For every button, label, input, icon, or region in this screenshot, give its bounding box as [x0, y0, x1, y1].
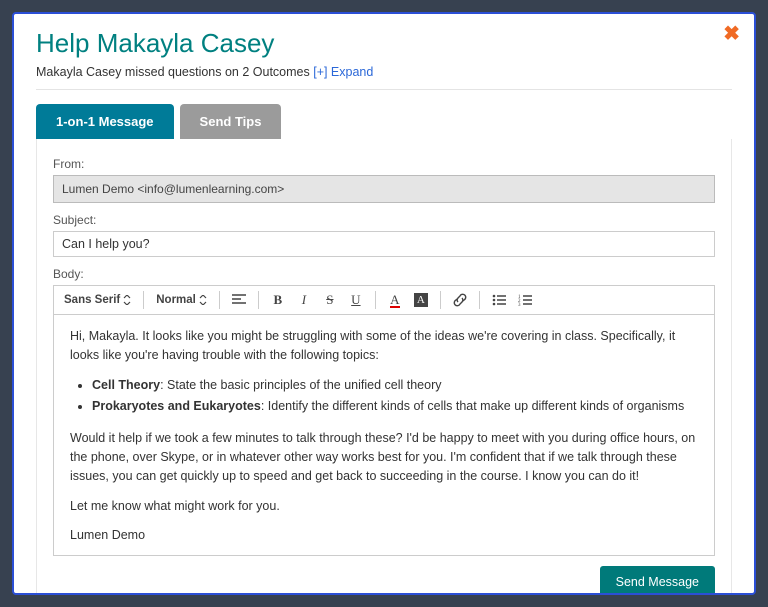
tab-1on1-message[interactable]: 1-on-1 Message — [36, 104, 174, 139]
send-message-button[interactable]: Send Message — [600, 566, 715, 595]
divider — [143, 291, 144, 309]
bold-button[interactable]: B — [267, 290, 289, 310]
divider — [219, 291, 220, 309]
link-button[interactable] — [449, 290, 471, 310]
body-closing: Let me know what might work for you. — [70, 497, 698, 516]
rich-text-editor: Sans Serif Normal B I S U A — [53, 285, 715, 556]
list-item: Cell Theory: State the basic principles … — [92, 376, 698, 395]
modal-title: Help Makayla Casey — [36, 28, 732, 59]
body-intro: Hi, Makayla. It looks like you might be … — [70, 327, 698, 366]
expand-link[interactable]: [+] Expand — [313, 65, 373, 79]
topic-desc: : State the basic principles of the unif… — [160, 378, 441, 392]
body-label: Body: — [53, 267, 715, 281]
editor-toolbar: Sans Serif Normal B I S U A — [54, 286, 714, 315]
send-row: Send Message — [53, 566, 715, 595]
from-label: From: — [53, 157, 715, 171]
numbered-list-icon: 123 — [518, 294, 532, 306]
subtitle-text: Makayla Casey missed questions on 2 Outc… — [36, 65, 313, 79]
svg-text:3: 3 — [518, 303, 521, 306]
bullet-list-button[interactable] — [488, 290, 510, 310]
body-para2: Would it help if we took a few minutes t… — [70, 429, 698, 487]
close-icon[interactable]: ✖ — [723, 24, 740, 44]
message-body-editor[interactable]: Hi, Makayla. It looks like you might be … — [54, 315, 714, 555]
divider — [258, 291, 259, 309]
italic-button[interactable]: I — [293, 290, 315, 310]
link-icon — [453, 293, 467, 307]
font-size-select[interactable]: Normal — [152, 294, 211, 306]
divider — [440, 291, 441, 309]
tab-send-tips[interactable]: Send Tips — [180, 104, 282, 139]
topic-desc: : Identify the different kinds of cells … — [261, 399, 684, 413]
subject-label: Subject: — [53, 213, 715, 227]
font-size-value: Normal — [156, 294, 196, 306]
from-field: Lumen Demo <info@lumenlearning.com> — [53, 175, 715, 203]
modal-subtitle: Makayla Casey missed questions on 2 Outc… — [36, 65, 732, 79]
list-item: Prokaryotes and Eukaryotes: Identify the… — [92, 397, 698, 416]
updown-icon — [123, 295, 131, 305]
tabs: 1-on-1 Message Send Tips — [36, 104, 732, 139]
text-color-button[interactable]: A — [384, 290, 406, 310]
topic-name: Cell Theory — [92, 378, 160, 392]
divider — [36, 89, 732, 90]
bullet-list-icon — [492, 294, 506, 306]
topics-list: Cell Theory: State the basic principles … — [92, 376, 698, 417]
align-icon — [232, 294, 246, 306]
strikethrough-button[interactable]: S — [319, 290, 341, 310]
divider — [479, 291, 480, 309]
topic-name: Prokaryotes and Eukaryotes — [92, 399, 261, 413]
font-family-value: Sans Serif — [64, 294, 120, 306]
body-signature: Lumen Demo — [70, 526, 698, 545]
updown-icon — [199, 295, 207, 305]
divider — [375, 291, 376, 309]
underline-button[interactable]: U — [345, 290, 367, 310]
align-button[interactable] — [228, 290, 250, 310]
message-panel: From: Lumen Demo <info@lumenlearning.com… — [36, 139, 732, 595]
subject-input[interactable] — [53, 231, 715, 257]
font-family-select[interactable]: Sans Serif — [60, 294, 135, 306]
background-color-button[interactable]: A — [410, 290, 432, 310]
numbered-list-button[interactable]: 123 — [514, 290, 536, 310]
help-student-modal: ✖ Help Makayla Casey Makayla Casey misse… — [12, 12, 756, 595]
